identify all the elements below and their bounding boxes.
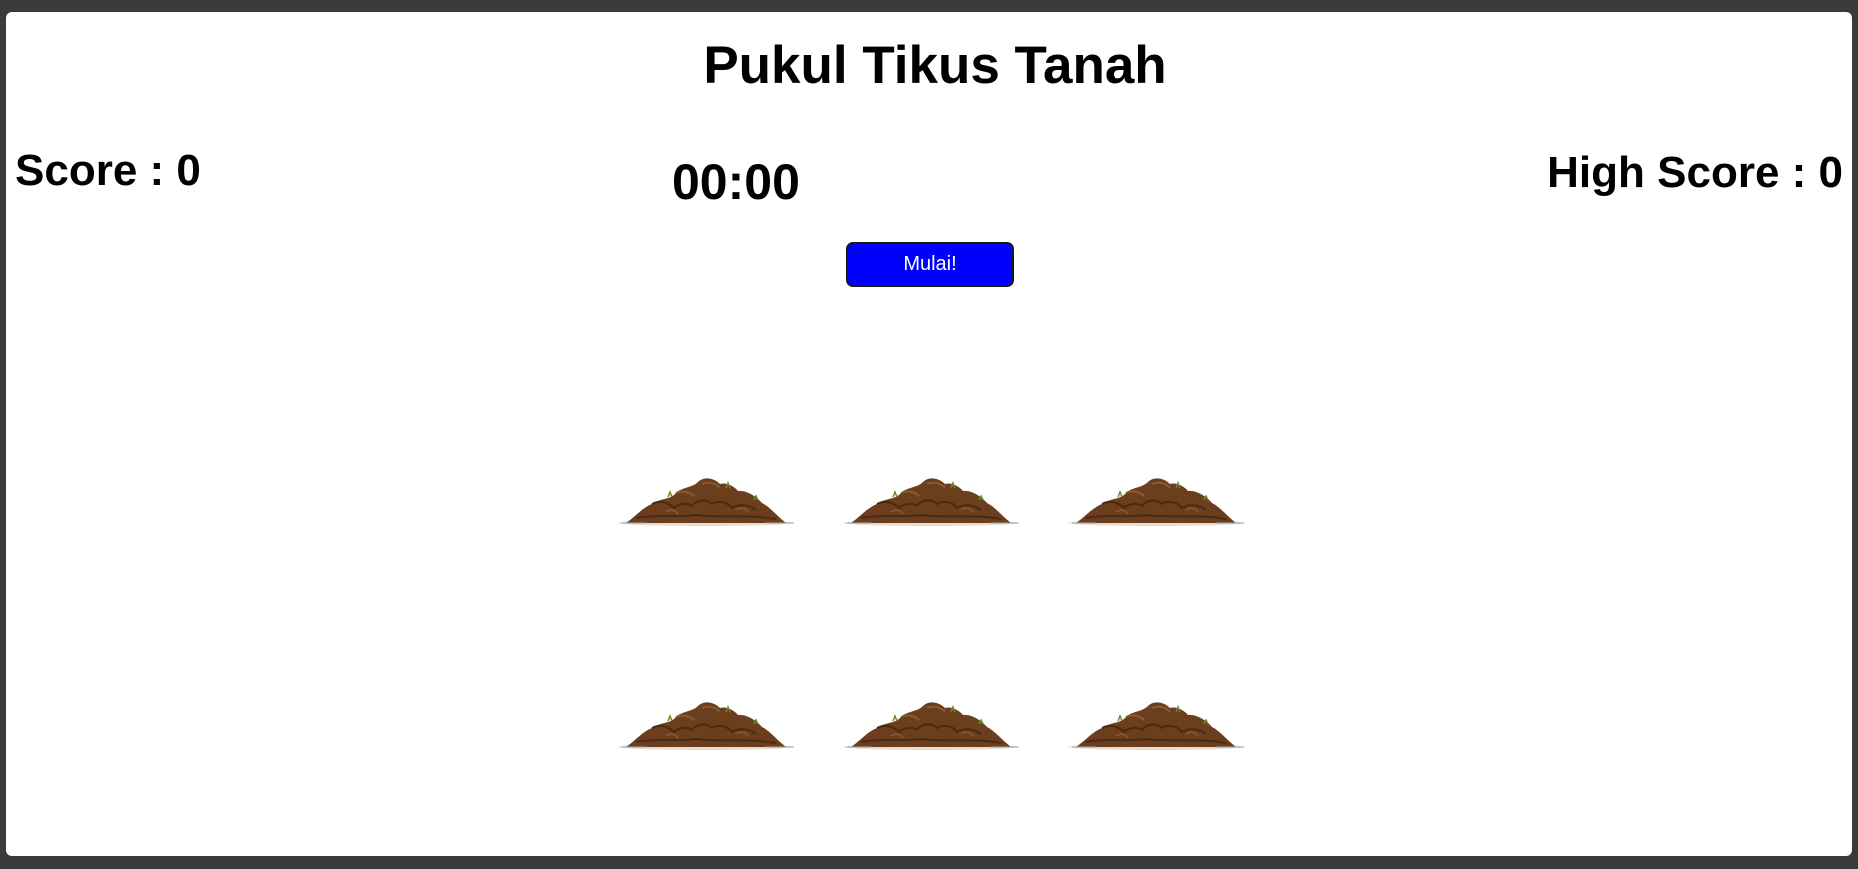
- mole-grid: [616, 460, 1264, 764]
- dirt-mound-2[interactable]: [841, 460, 1021, 532]
- timer-display: 00:00: [672, 154, 800, 210]
- game-window: Pukul Tikus Tanah Score : 0 00:00 High S…: [6, 12, 1852, 856]
- start-button[interactable]: Mulai!: [846, 242, 1014, 287]
- dirt-mound-6[interactable]: [1066, 684, 1246, 756]
- score-label: Score :: [15, 146, 177, 195]
- score-display: Score : 0: [15, 145, 201, 197]
- dirt-mound-3[interactable]: [1066, 460, 1246, 532]
- dirt-mound-4[interactable]: [616, 684, 796, 756]
- high-score-display: High Score : 0: [1547, 147, 1843, 199]
- high-score-label: High Score :: [1547, 148, 1819, 197]
- game-title: Pukul Tikus Tanah: [703, 36, 1167, 95]
- dirt-mound-5[interactable]: [841, 684, 1021, 756]
- dirt-mound-1[interactable]: [616, 460, 796, 532]
- score-value: 0: [176, 146, 201, 195]
- high-score-value: 0: [1818, 148, 1843, 197]
